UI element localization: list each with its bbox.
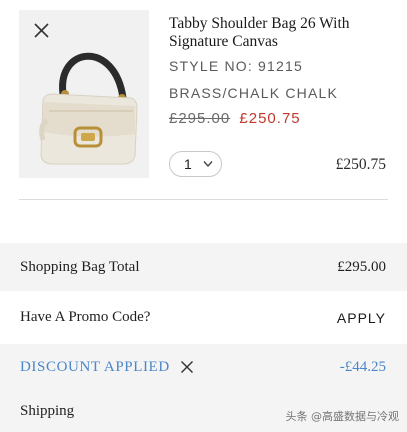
line-total: £250.75 [335,156,386,173]
sale-price: £250.75 [239,110,301,127]
discount-row: DISCOUNT APPLIED -£44.25 [0,344,407,390]
promo-row: Have A Promo Code? APPLY [0,291,407,344]
cart-item: Tabby Shoulder Bag 26 With Signature Can… [0,0,407,236]
style-number: STYLE NO: 91215 [169,58,303,74]
bag-total-row: Shopping Bag Total £295.00 [0,243,407,291]
discount-tag: DISCOUNT APPLIED [20,359,194,376]
product-image[interactable] [19,10,149,178]
original-price: £295.00 [169,110,231,127]
price-block: £295.00 £250.75 [169,110,301,127]
chevron-down-icon [203,161,213,168]
discount-value: -£44.25 [339,358,386,375]
product-title[interactable]: Tabby Shoulder Bag 26 With Signature Can… [169,15,394,51]
color-name: BRASS/CHALK CHALK [169,85,339,101]
shipping-label: Shipping [20,402,75,419]
quantity-value: 1 [184,156,192,172]
discount-label: DISCOUNT APPLIED [20,358,170,375]
divider [19,199,388,200]
bag-illustration [39,52,138,165]
remove-discount-icon[interactable] [180,360,194,374]
promo-label[interactable]: Have A Promo Code? [20,309,150,326]
apply-button[interactable]: APPLY [337,310,386,326]
bag-total-value: £295.00 [337,258,386,275]
quantity-select[interactable]: 1 [169,151,222,177]
watermark: 头条 @高盛数据与冷观 [285,410,400,423]
bag-total-label: Shopping Bag Total [20,258,140,275]
